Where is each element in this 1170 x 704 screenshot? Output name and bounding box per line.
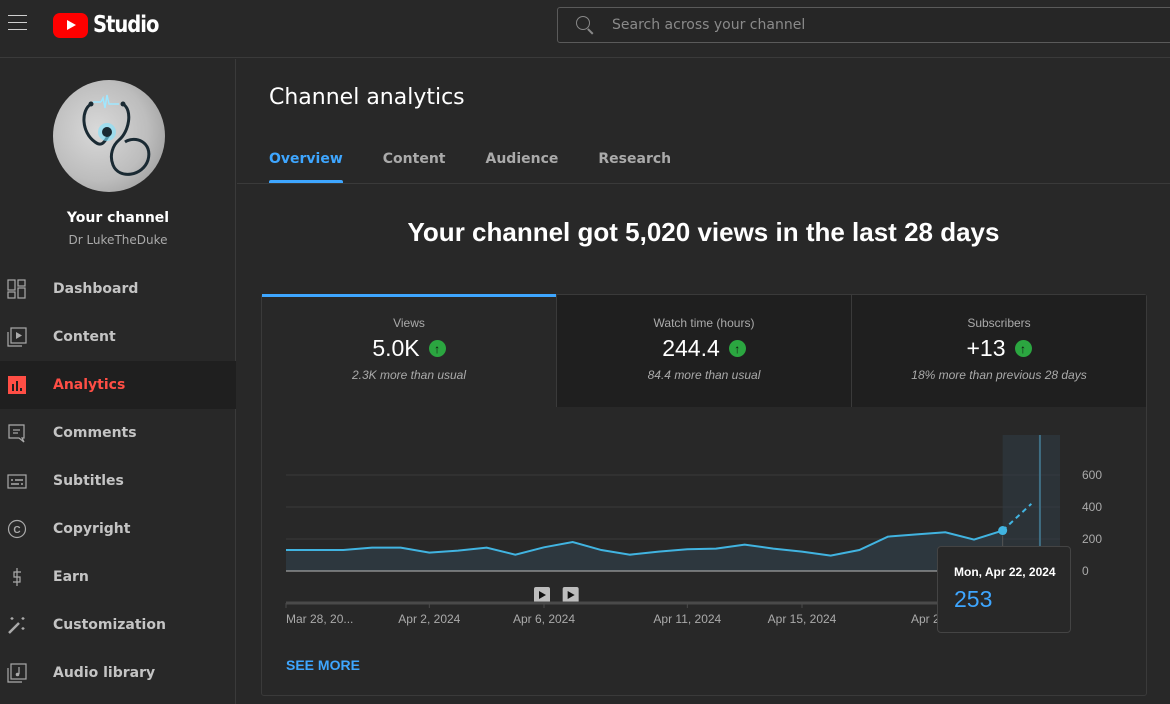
sidebar-item-label: Earn	[53, 569, 89, 585]
metric-value: 244.4 ↑	[557, 335, 851, 362]
sidebar-item-comments[interactable]: Comments	[0, 409, 236, 457]
sidebar-item-dashboard[interactable]: Dashboard	[0, 265, 236, 313]
sidebar: Your channel Dr LukeTheDuke Dashboard Co…	[0, 59, 236, 704]
tab-audience[interactable]: Audience	[486, 145, 559, 183]
magic-wand-icon	[7, 615, 27, 635]
sidebar-item-content[interactable]: Content	[0, 313, 236, 361]
see-more-button[interactable]: SEE MORE	[286, 657, 360, 673]
dashboard-icon	[7, 279, 27, 299]
sidebar-item-subtitles[interactable]: Subtitles	[0, 457, 236, 505]
overview-card: Views 5.0K ↑ 2.3K more than usual Watch …	[261, 294, 1147, 696]
tab-content[interactable]: Content	[383, 145, 446, 183]
sidebar-item-copyright[interactable]: C Copyright	[0, 505, 236, 553]
content-icon	[7, 327, 27, 347]
highlighted-data-point	[998, 526, 1008, 536]
x-tick-label: Apr 6, 2024	[513, 612, 575, 626]
search-icon	[576, 16, 594, 34]
metric-views[interactable]: Views 5.0K ↑ 2.3K more than usual	[262, 294, 556, 407]
metric-comparison: 18% more than previous 28 days	[911, 368, 1087, 382]
analytics-icon	[7, 375, 27, 395]
views-headline: Your channel got 5,020 views in the last…	[407, 217, 1000, 247]
channel-avatar[interactable]	[53, 80, 165, 192]
youtube-play-icon	[53, 12, 88, 38]
trend-up-icon: ↑	[428, 340, 446, 357]
subtitles-icon	[7, 471, 27, 491]
dollar-icon	[7, 567, 27, 587]
sidebar-item-label: Content	[53, 329, 116, 345]
tooltip-value: 253	[954, 586, 993, 612]
tab-overview[interactable]: Overview	[269, 145, 343, 183]
metric-comparison: 2.3K more than usual	[351, 368, 467, 382]
channel-name: Dr LukeTheDuke	[68, 233, 168, 247]
sidebar-item-label: Analytics	[53, 377, 126, 393]
metric-value-text: +13	[966, 335, 1006, 361]
hamburger-menu-icon[interactable]	[8, 15, 27, 31]
search-input[interactable]	[612, 17, 1112, 33]
x-tick-label: Mar 28, 20...	[286, 612, 353, 626]
metric-label: Subscribers	[967, 316, 1031, 330]
y-tick-label: 0	[1082, 564, 1089, 578]
metric-label: Watch time (hours)	[653, 316, 755, 330]
metric-value-text: 5.0K	[372, 335, 420, 361]
metric-value: 5.0K ↑	[262, 335, 556, 362]
views-chart: 0 200 400 600 Mar 28, 20... Apr 2, 2024 Apr 6,…	[262, 407, 1148, 657]
copyright-icon: C	[7, 519, 27, 539]
trend-up-icon: ↑	[1014, 340, 1032, 357]
tooltip-date: Mon, Apr 22, 2024	[954, 565, 1056, 579]
x-tick-label: Apr 15, 2024	[768, 612, 837, 626]
x-tick-label: Apr 11, 2024	[653, 612, 721, 626]
sidebar-item-label: Subtitles	[53, 473, 124, 489]
metric-tabs: Views 5.0K ↑ 2.3K more than usual Watch …	[262, 294, 1146, 407]
sidebar-item-label: Customization	[53, 617, 166, 633]
sidebar-item-customization[interactable]: Customization	[0, 601, 236, 649]
page-title: Channel analytics	[269, 85, 465, 110]
metric-comparison: 84.4 more than usual	[647, 368, 761, 382]
svg-text:C: C	[13, 525, 20, 536]
y-tick-label: 200	[1082, 532, 1102, 546]
stethoscope-icon	[82, 94, 151, 176]
tabs-divider	[237, 183, 1170, 184]
y-tick-label: 600	[1082, 468, 1102, 482]
comments-icon	[7, 423, 27, 443]
sidebar-item-earn[interactable]: Earn	[0, 553, 236, 601]
sidebar-item-label: Dashboard	[53, 281, 139, 297]
y-tick-label: 400	[1082, 500, 1102, 514]
x-tick-label: Apr 2, 2024	[398, 612, 460, 626]
metric-watch-time[interactable]: Watch time (hours) 244.4 ↑ 84.4 more tha…	[556, 295, 851, 407]
tab-research[interactable]: Research	[598, 145, 671, 183]
sidebar-item-label: Comments	[53, 425, 137, 441]
sidebar-item-audio-library[interactable]: Audio library	[0, 649, 236, 697]
sidebar-item-label: Audio library	[53, 665, 156, 681]
metric-subscribers[interactable]: Subscribers +13 ↑ 18% more than previous…	[851, 295, 1146, 407]
chart-tooltip: Mon, Apr 22, 2024 253	[937, 546, 1071, 633]
sidebar-nav: Dashboard Content Analytics Comments Sub…	[0, 265, 236, 697]
main-content: Channel analytics Overview Content Audie…	[237, 59, 1170, 704]
metric-value-text: 244.4	[662, 335, 720, 361]
top-bar: Studio	[0, 0, 1170, 58]
metric-label: Views	[393, 316, 425, 330]
search-box[interactable]	[557, 7, 1170, 43]
channel-title: Your channel	[66, 210, 170, 226]
trend-up-icon: ↑	[728, 340, 746, 357]
audio-library-icon	[7, 663, 27, 683]
metric-value: +13 ↑	[852, 335, 1146, 362]
logo-text: Studio	[93, 12, 159, 38]
sidebar-item-label: Copyright	[53, 521, 131, 537]
studio-logo[interactable]: Studio	[53, 11, 170, 39]
analytics-tabs: Overview Content Audience Research	[269, 145, 711, 183]
sidebar-item-analytics[interactable]: Analytics	[0, 361, 236, 409]
